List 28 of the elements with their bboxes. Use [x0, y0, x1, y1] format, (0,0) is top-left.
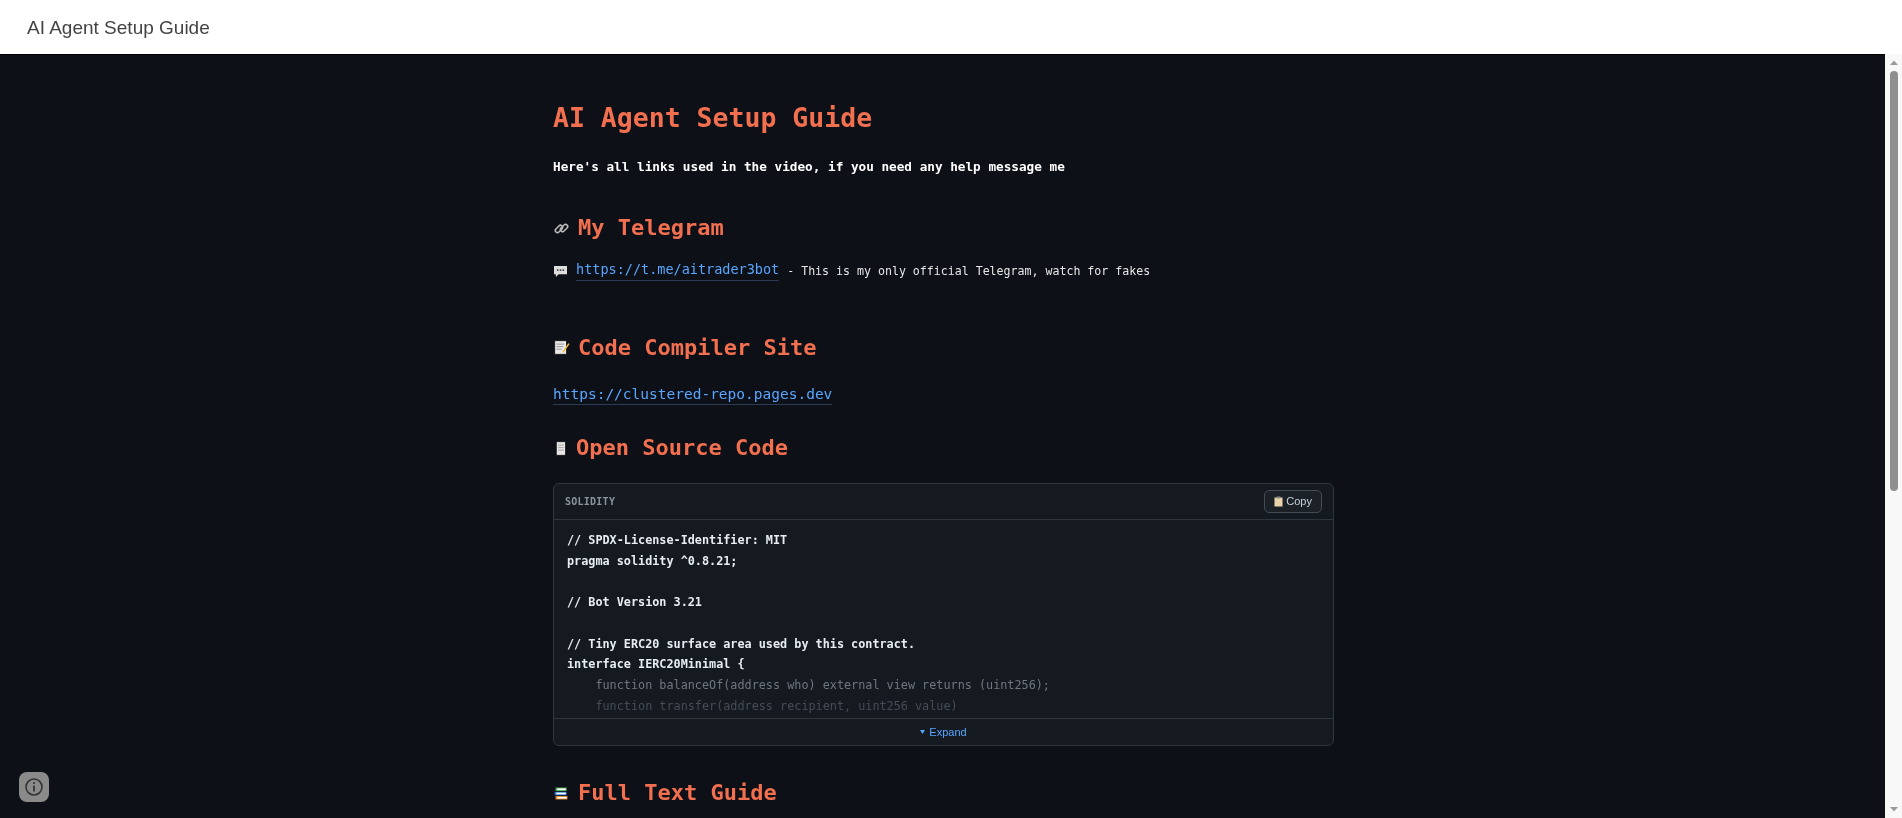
info-icon — [24, 777, 44, 797]
language-label: SOLIDITY — [565, 495, 616, 510]
section-heading: Code Compiler Site — [578, 336, 817, 359]
scroll-down-icon[interactable] — [1888, 805, 1899, 813]
section-heading: Open Source Code — [576, 437, 788, 460]
clipboard-icon — [1274, 496, 1284, 508]
section-heading: Full Text Guide — [578, 782, 777, 805]
window-title: AI Agent Setup Guide — [27, 17, 210, 37]
code-line: pragma solidity ^0.8.21; — [567, 552, 739, 570]
code-line: function balanceOf(address who) external view returns (uint256); — [594, 677, 1051, 695]
section-heading: My Telegram — [578, 217, 724, 240]
chat-icon — [553, 265, 568, 279]
page-title: AI Agent Setup Guide — [553, 105, 874, 132]
code-line: // SPDX-License-Identifier: MIT — [567, 532, 789, 550]
code-line: // Tiny ERC20 surface area used by this contract. — [567, 635, 916, 653]
intro-text: Here's all links used in the video, if you need any help message me — [553, 160, 1066, 174]
telegram-link[interactable]: https://t.me/aitrader3bot — [576, 263, 780, 281]
code-line: interface IERC20Minimal { — [567, 656, 746, 674]
link-note: - This is my only official Telegram, watch for fakes — [787, 266, 1151, 278]
copy-button[interactable]: Copy — [1264, 490, 1322, 514]
scroll-icon — [553, 439, 568, 457]
expand-button[interactable]: Expand — [920, 723, 967, 741]
info-button[interactable] — [19, 772, 49, 802]
code-line: // Bot Version 3.21 — [567, 594, 703, 612]
scroll-up-icon[interactable] — [1888, 59, 1899, 67]
memo-icon — [553, 339, 570, 357]
caret-icon — [920, 730, 926, 735]
compiler-link[interactable]: https://clustered-repo.pages.dev — [553, 386, 833, 406]
